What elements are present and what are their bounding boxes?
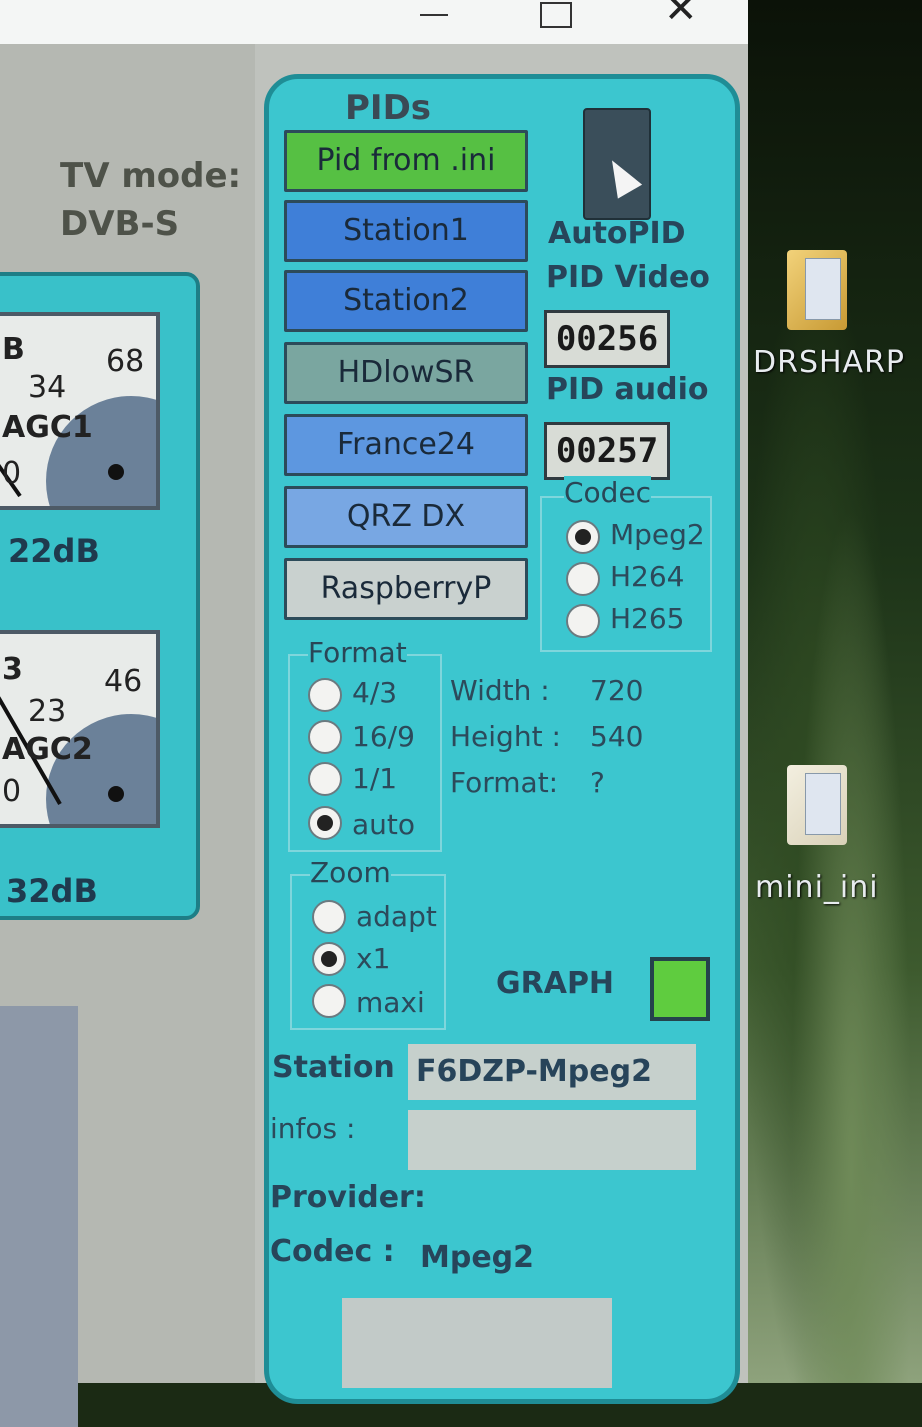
- zoom-maxi-radio[interactable]: [312, 984, 346, 1018]
- provider-label: Provider:: [270, 1180, 426, 1215]
- tv-mode-label: TV mode:: [60, 156, 242, 196]
- mini-ini-file-icon[interactable]: [787, 765, 847, 845]
- graph-label: GRAPH: [496, 966, 615, 1001]
- format-info-label: Format:: [450, 766, 559, 799]
- format-16-9-radio[interactable]: [308, 720, 342, 754]
- agc2-meter: 3 23 46 AGC2 0: [0, 630, 160, 828]
- title-bar: ✕: [0, 0, 748, 44]
- format-1-1-radio[interactable]: [308, 762, 342, 796]
- bottom-button[interactable]: [342, 1298, 612, 1388]
- agc2-name: AGC2: [2, 732, 93, 767]
- desktop-background: DRSHARP mini_ini: [745, 0, 922, 1383]
- pid-from-ini-button[interactable]: Pid from .ini: [284, 130, 528, 192]
- codec-group-title: Codec: [564, 476, 652, 509]
- station-label: Station: [272, 1050, 395, 1085]
- graph-toggle[interactable]: [650, 957, 710, 1021]
- app-window: ✕ TV mode: DVB-S B 34 68 AGC1 0 22dB 3 2…: [0, 0, 748, 1427]
- zoom-x1-label: x1: [356, 942, 391, 975]
- agc1-meter: B 34 68 AGC1 0: [0, 312, 160, 510]
- zoom-adapt-radio[interactable]: [312, 900, 346, 934]
- height-value: 540: [590, 720, 644, 753]
- left-panel: TV mode: DVB-S B 34 68 AGC1 0 22dB 3 23 …: [0, 44, 255, 1427]
- meter-panel: B 34 68 AGC1 0 22dB 3 23 46 AGC2 0 32dB: [0, 272, 200, 920]
- raspberryp-button[interactable]: RaspberryP: [284, 558, 528, 620]
- agc1-scale-mid: 34: [28, 370, 67, 405]
- zoom-group-title: Zoom: [310, 856, 391, 889]
- autopid-label: AutoPID: [548, 216, 686, 251]
- pids-title: PIDs: [345, 88, 432, 128]
- format-4-3-radio[interactable]: [308, 678, 342, 712]
- pid-audio-field[interactable]: 00257: [544, 422, 670, 480]
- close-icon[interactable]: ✕: [664, 0, 698, 34]
- agc2-scale-right: 46: [104, 664, 143, 699]
- agc2-zero: 0: [2, 774, 22, 809]
- infos-field[interactable]: [408, 1110, 696, 1170]
- height-label: Height :: [450, 720, 561, 753]
- codec-mpeg2-radio[interactable]: [566, 520, 600, 554]
- station2-button[interactable]: Station2: [284, 270, 528, 332]
- station1-button[interactable]: Station1: [284, 200, 528, 262]
- codec-h265-label: H265: [610, 602, 685, 635]
- zoom-adapt-label: adapt: [356, 900, 437, 933]
- agc1-zero: 0: [2, 456, 22, 491]
- format-16-9-label: 16/9: [352, 720, 415, 753]
- france24-button[interactable]: France24: [284, 414, 528, 476]
- format-1-1-label: 1/1: [352, 762, 398, 795]
- cursor-pointer-icon[interactable]: [583, 108, 651, 220]
- agc1-db-value: 22dB: [8, 532, 100, 570]
- agc2-db-value: 32dB: [6, 872, 98, 910]
- pid-video-label: PID Video: [546, 260, 710, 295]
- pid-audio-label: PID audio: [546, 372, 709, 407]
- width-label: Width :: [450, 674, 550, 707]
- width-value: 720: [590, 674, 644, 707]
- format-info-value: ?: [590, 766, 605, 799]
- hdlowsr-button[interactable]: HDlowSR: [284, 342, 528, 404]
- codec-h264-radio[interactable]: [566, 562, 600, 596]
- pid-video-field[interactable]: 00256: [544, 310, 670, 368]
- format-4-3-label: 4/3: [352, 676, 398, 709]
- codec-info-label: Codec :: [270, 1234, 395, 1269]
- zoom-maxi-label: maxi: [356, 986, 425, 1019]
- zoom-x1-radio[interactable]: [312, 942, 346, 976]
- minimize-icon[interactable]: [420, 0, 450, 40]
- desktop-icon-label-drsharp[interactable]: DRSHARP: [753, 345, 905, 380]
- format-auto-radio[interactable]: [308, 806, 342, 840]
- format-group-title: Format: [308, 636, 407, 669]
- codec-mpeg2-label: Mpeg2: [610, 518, 705, 551]
- agc2-scale-left: 3: [2, 652, 23, 687]
- desktop-icon-label-mini-ini[interactable]: mini_ini: [755, 870, 879, 905]
- infos-label: infos :: [270, 1112, 356, 1145]
- codec-info-value: Mpeg2: [420, 1240, 535, 1275]
- maximize-icon[interactable]: [540, 2, 572, 28]
- agc1-scale-left: B: [2, 332, 25, 367]
- codec-h265-radio[interactable]: [566, 604, 600, 638]
- drsharp-folder-icon[interactable]: [787, 250, 847, 330]
- format-auto-label: auto: [352, 808, 416, 841]
- station-field[interactable]: F6DZP-Mpeg2: [408, 1044, 696, 1100]
- qrz-dx-button[interactable]: QRZ DX: [284, 486, 528, 548]
- video-preview: [0, 1006, 78, 1427]
- tv-mode-value: DVB-S: [60, 204, 180, 244]
- agc1-scale-right: 68: [106, 344, 145, 379]
- agc1-name: AGC1: [2, 410, 93, 445]
- codec-h264-label: H264: [610, 560, 685, 593]
- agc2-scale-mid: 23: [28, 694, 67, 729]
